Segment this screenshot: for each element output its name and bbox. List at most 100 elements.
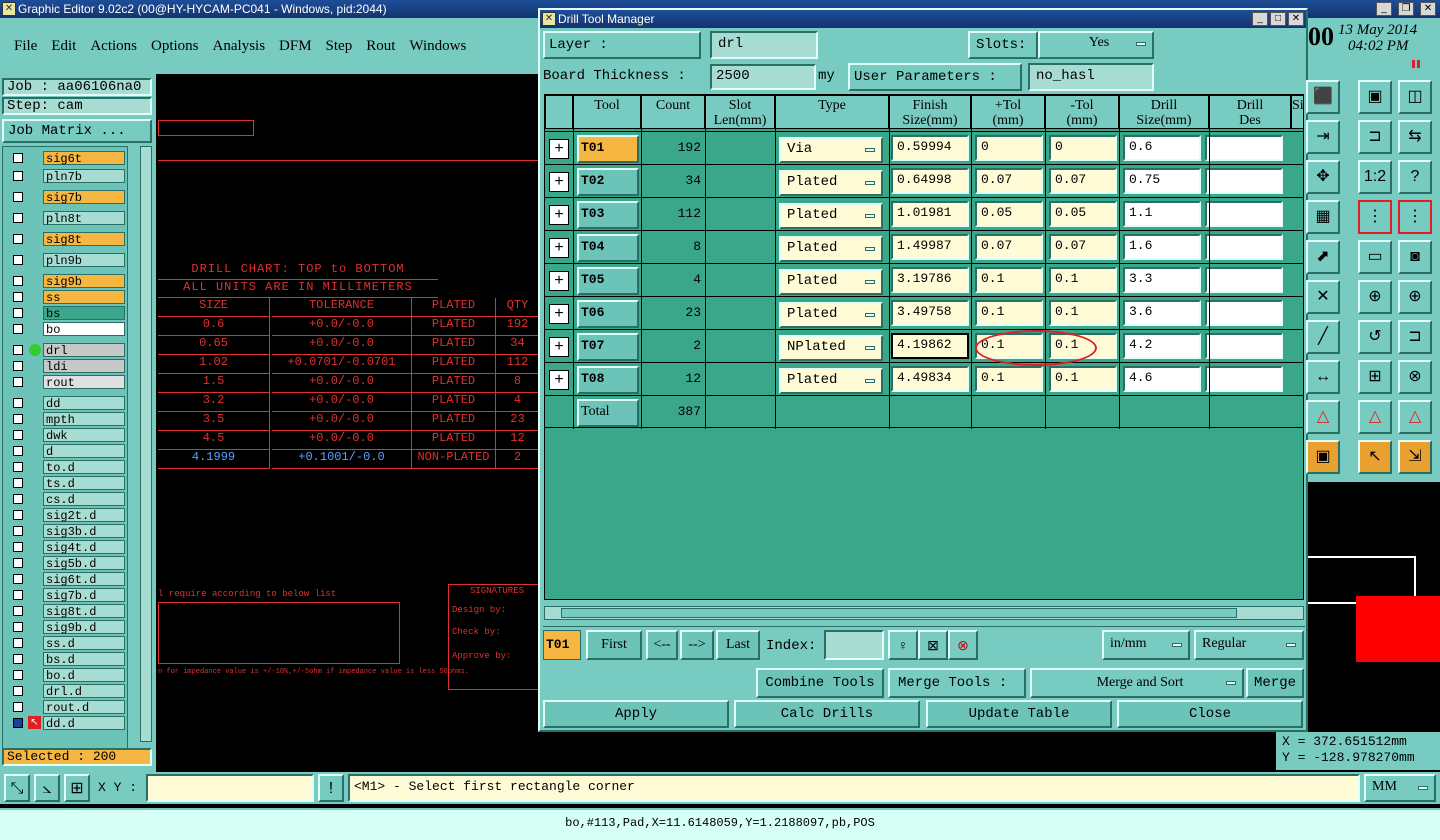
layer-item[interactable]: bo: [9, 322, 127, 337]
layer-item[interactable]: ↖ dd.d: [9, 716, 127, 731]
tool-icon[interactable]: ⊐: [1358, 120, 1392, 154]
layer-checkbox[interactable]: [13, 171, 23, 181]
layer-checkbox[interactable]: [13, 638, 23, 648]
tool-button[interactable]: T08: [577, 366, 639, 394]
mode-select[interactable]: Regular: [1194, 630, 1304, 660]
layer-checkbox[interactable]: [13, 510, 23, 520]
units-select[interactable]: in/mm: [1102, 630, 1190, 660]
layer-checkbox[interactable]: [13, 446, 23, 456]
tool-icon[interactable]: ⇆: [1398, 120, 1432, 154]
tool-icon[interactable]: ⊕: [1358, 280, 1392, 314]
tool-icon[interactable]: ✕: [1306, 280, 1340, 314]
tool-icon[interactable]: ⬛: [1306, 80, 1340, 114]
type-select[interactable]: Plated: [779, 203, 883, 229]
menu-analysis[interactable]: Analysis: [213, 38, 266, 54]
tool-icon[interactable]: ↖: [1358, 440, 1392, 474]
layer-checkbox[interactable]: [13, 255, 23, 265]
layer-checkbox[interactable]: [13, 308, 23, 318]
finish-size-input[interactable]: 0.59994: [891, 135, 969, 161]
drill-des-input[interactable]: [1205, 135, 1283, 161]
drill-size-input[interactable]: 4.2: [1123, 333, 1201, 359]
layer-checkbox[interactable]: [13, 153, 23, 163]
zoom-fit-icon[interactable]: ⤡: [4, 774, 30, 802]
finish-size-input[interactable]: 4.19862: [891, 333, 969, 359]
units-mm-select[interactable]: MM: [1364, 774, 1436, 802]
tool-icon[interactable]: 1:2: [1358, 160, 1392, 194]
minus-tol-input[interactable]: 0.1: [1049, 267, 1117, 293]
menu-edit[interactable]: Edit: [51, 38, 76, 54]
tool-button[interactable]: T07: [577, 333, 639, 361]
drill-size-input[interactable]: 3.6: [1123, 300, 1201, 326]
layer-item[interactable]: drl.d: [9, 684, 127, 699]
drill-des-input[interactable]: [1205, 234, 1283, 260]
tool-icon[interactable]: △: [1358, 400, 1392, 434]
tool-icon[interactable]: ⊞: [1358, 360, 1392, 394]
layer-item[interactable]: ldi: [9, 359, 127, 374]
minus-tol-input[interactable]: 0.07: [1049, 168, 1117, 194]
layer-checkbox[interactable]: [13, 414, 23, 424]
layer-item[interactable]: sig7b.d: [9, 588, 127, 603]
menu-file[interactable]: File: [14, 38, 37, 54]
layer-checkbox[interactable]: [13, 622, 23, 632]
drill-size-input[interactable]: 1.6: [1123, 234, 1201, 260]
drill-des-input[interactable]: [1205, 267, 1283, 293]
finish-size-input[interactable]: 4.49834: [891, 366, 969, 392]
prev-button[interactable]: <--: [646, 630, 678, 660]
layer-item[interactable]: sig2t.d: [9, 508, 127, 523]
layer-item[interactable]: bo.d: [9, 668, 127, 683]
expand-icon[interactable]: +: [549, 271, 569, 291]
layer-input[interactable]: drl: [710, 31, 818, 59]
tool-button[interactable]: T02: [577, 168, 639, 196]
layer-item[interactable]: sig9b: [9, 274, 127, 289]
tool-icon[interactable]: ▣: [1306, 440, 1340, 474]
drill-des-input[interactable]: [1205, 201, 1283, 227]
layer-checkbox[interactable]: [13, 462, 23, 472]
tool-icon[interactable]: ◫: [1398, 80, 1432, 114]
minus-tol-input[interactable]: 0.05: [1049, 201, 1117, 227]
layer-checkbox[interactable]: [13, 324, 23, 334]
menu-dfm[interactable]: DFM: [279, 38, 312, 54]
index-input[interactable]: [824, 630, 884, 660]
drill-size-input[interactable]: 0.6: [1123, 135, 1201, 161]
dtm-minimize-button[interactable]: _: [1252, 12, 1268, 26]
minimize-button[interactable]: _: [1376, 2, 1392, 16]
layer-item[interactable]: rout.d: [9, 700, 127, 715]
tool-button[interactable]: T01: [577, 135, 639, 163]
tool-icon[interactable]: ⊕: [1398, 280, 1432, 314]
layer-checkbox[interactable]: [13, 345, 23, 355]
xy-input[interactable]: [146, 774, 314, 802]
plus-tol-input[interactable]: 0.07: [975, 234, 1043, 260]
type-select[interactable]: Plated: [779, 302, 883, 328]
menu-rout[interactable]: Rout: [366, 38, 395, 54]
user-parameters-input[interactable]: no_hasl: [1028, 63, 1154, 91]
tools-icon[interactable]: ⊠: [918, 630, 948, 660]
first-button[interactable]: First: [586, 630, 642, 660]
layer-item[interactable]: sig3b.d: [9, 524, 127, 539]
layer-checkbox[interactable]: [13, 574, 23, 584]
layer-item[interactable]: sig5b.d: [9, 556, 127, 571]
tool-icon[interactable]: ╱: [1306, 320, 1340, 354]
expand-icon[interactable]: +: [549, 139, 569, 159]
grid-icon[interactable]: ⊞: [64, 774, 90, 802]
finish-size-input[interactable]: 1.49987: [891, 234, 969, 260]
minus-tol-input[interactable]: 0: [1049, 135, 1117, 161]
type-select[interactable]: Plated: [779, 269, 883, 295]
layer-checkbox[interactable]: [13, 276, 23, 286]
merge-button[interactable]: Merge: [1246, 668, 1304, 698]
hscroll-thumb[interactable]: [561, 608, 1237, 618]
layer-item[interactable]: dwk: [9, 428, 127, 443]
expand-icon[interactable]: +: [549, 205, 569, 225]
plus-tol-input[interactable]: 0.1: [975, 267, 1043, 293]
expand-icon[interactable]: +: [549, 304, 569, 324]
expand-icon[interactable]: +: [549, 370, 569, 390]
tool-icon[interactable]: △: [1398, 400, 1432, 434]
layer-item[interactable]: rout: [9, 375, 127, 390]
tool-icon[interactable]: ⬈: [1306, 240, 1340, 274]
layer-checkbox[interactable]: [13, 654, 23, 664]
plus-tol-input[interactable]: 0: [975, 135, 1043, 161]
type-select[interactable]: Plated: [779, 368, 883, 394]
finish-size-input[interactable]: 3.49758: [891, 300, 969, 326]
drill-des-input[interactable]: [1205, 366, 1283, 392]
drill-size-input[interactable]: 0.75: [1123, 168, 1201, 194]
finish-size-input[interactable]: 1.01981: [891, 201, 969, 227]
